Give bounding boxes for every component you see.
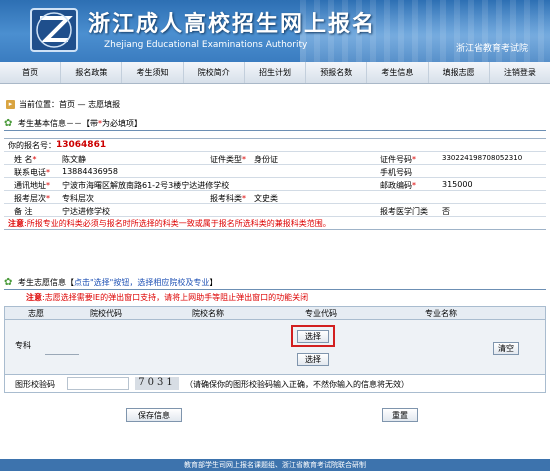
col-wish: 志愿 — [28, 308, 44, 318]
address-label: 通讯地址* — [14, 180, 50, 190]
nav-home[interactable]: 首页 — [0, 62, 62, 83]
phone-row: 联系电话* 13884436958 手机号码 — [4, 165, 546, 178]
zip-value: 315000 — [442, 179, 473, 189]
wish-table-header: 志愿 院校代码 院校名称 专业代码 专业名称 — [5, 307, 545, 320]
reg-no-row: 你的报名号： 13064861 — [4, 139, 546, 152]
breadcrumb-text: 当前位置：首页 — 志愿填报 — [19, 100, 121, 109]
subject-label: 报考科类* — [210, 193, 246, 203]
site-title: 浙江成人高校招生网上报名 — [88, 11, 377, 37]
wish-info-title: 考生志愿信息【点击"选择"按钮，选择相应院校及专业】 — [18, 278, 218, 287]
level-value: 专科层次 — [62, 193, 94, 203]
clear-button[interactable]: 清空 — [493, 342, 519, 355]
name-label: 姓 名* — [14, 154, 37, 164]
logo-icon — [30, 8, 78, 52]
nav-info[interactable]: 考生信息 — [367, 62, 429, 83]
captcha-label: 图形校验码 — [15, 380, 55, 389]
mobile-label: 手机号码 — [380, 167, 412, 177]
id-no-label: 证件号码* — [380, 154, 416, 164]
nav-plan[interactable]: 招生计划 — [245, 62, 307, 83]
wish-warning: 注意:志愿选择需要IE的弹出窗口支持，请将上网助手等阻止弹出窗口的功能关闭 — [26, 293, 309, 302]
select-school-button[interactable]: 选择 — [297, 330, 329, 343]
header-banner: 浙江成人高校招生网上报名 Zhejiang Educational Examin… — [0, 0, 550, 62]
note-value: 宁达进修学校 — [62, 206, 110, 216]
col-school-code: 院校代码 — [90, 308, 122, 318]
phone-value: 13884436958 — [62, 166, 118, 176]
captcha-hint: （请确保你的图形校验码输入正确，不然你输入的信息将无效） — [185, 380, 409, 389]
level-row: 报考层次* 专科层次 报考科类* 文史类 — [4, 191, 546, 204]
nav-logout[interactable]: 注销登录 — [490, 62, 550, 83]
nav-wish[interactable]: 填报志愿 — [429, 62, 490, 83]
breadcrumb: ▸ 当前位置：首页 — 志愿填报 — [6, 99, 120, 110]
med-label: 报考医学门类 — [380, 206, 428, 216]
site-org: 浙江省教育考试院 — [455, 44, 528, 54]
wish-row-zhuanke: 专科 选择 选择 清空 — [5, 320, 545, 374]
leaf-icon: ✿ — [4, 117, 13, 129]
med-value: 否 — [442, 206, 450, 216]
nav-schools[interactable]: 院校简介 — [184, 62, 245, 83]
basic-info-title: 考生基本信息－－【带*为必填项】 — [18, 119, 142, 128]
leaf-icon: ✿ — [4, 276, 13, 288]
basic-info-header: ✿ 考生基本信息－－【带*为必填项】 — [4, 117, 546, 131]
col-major-code: 专业代码 — [305, 308, 337, 318]
select-major-button[interactable]: 选择 — [297, 353, 329, 366]
id-type-label: 证件类型* — [210, 154, 246, 164]
address-value: 宁波市海曙区解放南路61-2号3楼宁达进修学校 — [62, 180, 230, 190]
captcha-row: 图形校验码 7031 （请确保你的图形校验码输入正确，不然你输入的信息将无效） — [5, 374, 545, 392]
nav-notice[interactable]: 考生须知 — [122, 62, 184, 83]
basic-warning-row: 注意:所报专业的科类必须与报名时所选择的科类一致或属于报名所选科类的兼报科类范围… — [4, 217, 546, 230]
footer: 教育部学生司网上报名课题组、浙江省教育考试院联合研制 — [0, 459, 550, 471]
save-button[interactable]: 保存信息 — [126, 408, 182, 422]
site-subtitle: Zhejiang Educational Examinations Author… — [104, 40, 308, 50]
note-label: 备 注 — [14, 206, 33, 216]
subject-value: 文史类 — [254, 193, 278, 203]
name-value: 陈文静 — [62, 154, 86, 164]
nav-prereg[interactable]: 预报名数 — [306, 62, 368, 83]
name-row: 姓 名* 陈文静 证件类型* 身份证 证件号码* 330224198708052… — [4, 152, 546, 165]
reg-no-label: 你的报名号： — [8, 140, 56, 150]
id-no-value: 330224198708052310 — [442, 153, 523, 162]
nav-policy[interactable]: 报名政策 — [61, 62, 123, 83]
captcha-image: 7031 — [135, 377, 179, 390]
basic-info-table: 你的报名号： 13064861 姓 名* 陈文静 证件类型* 身份证 证件号码*… — [4, 138, 546, 230]
zip-label: 邮政编码* — [380, 180, 416, 190]
note-row: 备 注 宁达进修学校 报考医学门类 否 — [4, 204, 546, 217]
col-major-name: 专业名称 — [425, 308, 457, 318]
address-row: 通讯地址* 宁波市海曙区解放南路61-2号3楼宁达进修学校 邮政编码* 3150… — [4, 178, 546, 191]
phone-label: 联系电话* — [14, 167, 50, 177]
captcha-input[interactable] — [67, 377, 129, 390]
basic-warning: 注意:所报专业的科类必须与报名时所选择的科类一致或属于报名所选科类的兼报科类范围… — [8, 218, 331, 228]
reset-button[interactable]: 重置 — [382, 408, 418, 422]
wish-table: 志愿 院校代码 院校名称 专业代码 专业名称 专科 选择 选择 清空 图形校验码… — [4, 306, 546, 393]
wish-row-label: 专科 — [15, 341, 31, 350]
wish-info-header: ✿ 考生志愿信息【点击"选择"按钮，选择相应院校及专业】 — [4, 276, 546, 290]
id-type-value: 身份证 — [254, 154, 278, 164]
reg-no-value: 13064861 — [56, 140, 107, 150]
level-label: 报考层次* — [14, 193, 50, 203]
main-nav: 首页 报名政策 考生须知 院校简介 招生计划 预报名数 考生信息 填报志愿 注销… — [0, 62, 550, 84]
school-code-field[interactable] — [45, 344, 79, 355]
col-school-name: 院校名称 — [192, 308, 224, 318]
arrow-icon: ▸ — [6, 100, 15, 109]
